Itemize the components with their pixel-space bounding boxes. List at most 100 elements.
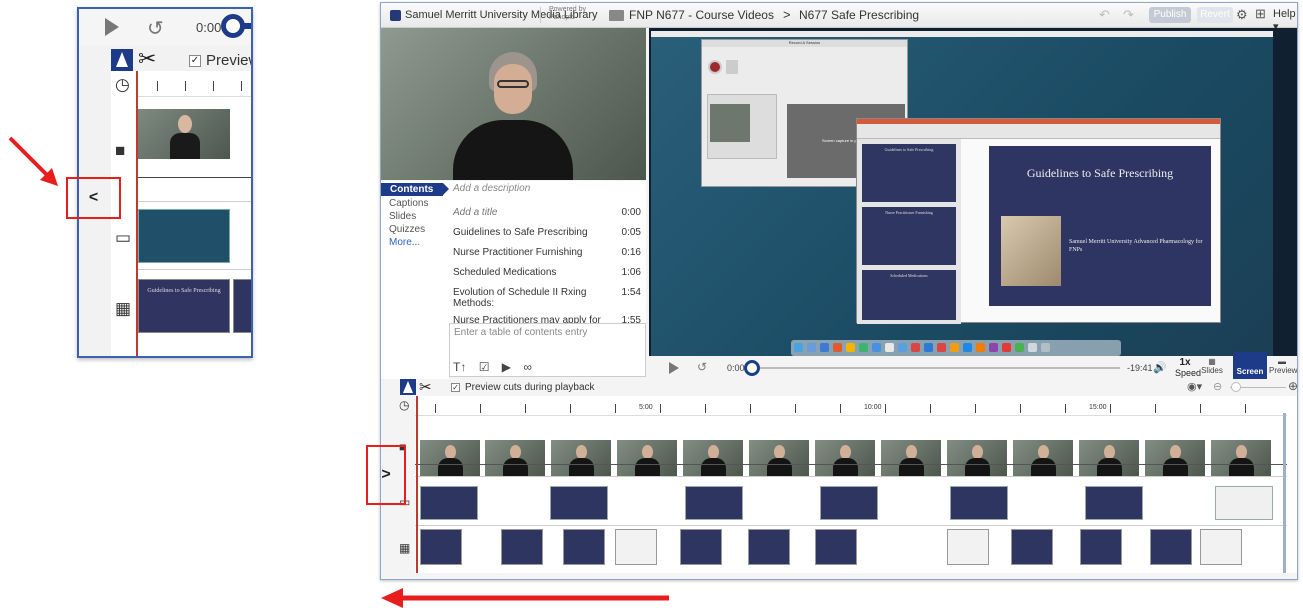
zoom-out-icon[interactable]: ⊖ <box>1213 380 1222 393</box>
scrub-knob[interactable] <box>744 360 760 376</box>
inset-ruler <box>137 71 251 97</box>
tab-captions[interactable]: Captions <box>389 198 428 209</box>
camera-icon[interactable]: ◉▾ <box>1187 380 1202 393</box>
gear-icon[interactable]: ⚙ <box>1236 7 1248 23</box>
scrub-bar[interactable] <box>760 367 1120 369</box>
preview-cuts-checkbox[interactable]: ✓ <box>451 383 460 392</box>
editor-window: Samuel Merritt University Media Library … <box>380 2 1298 580</box>
inset-video-thumbnail <box>138 109 230 159</box>
annotation-arrow-left <box>381 588 669 608</box>
inset-time: 0:00 <box>196 20 222 35</box>
slides-view-button[interactable]: ▦ Slides <box>1201 357 1223 375</box>
breadcrumb-folder[interactable]: FNP N677 - Course Videos <box>629 8 774 22</box>
contents-nav: Contents Captions Slides Quizzes More... <box>381 181 449 381</box>
video-track[interactable] <box>415 416 1287 477</box>
audio-waveform <box>415 464 1287 465</box>
text-format-icon[interactable]: T↑ <box>453 360 466 374</box>
timeline-ruler: 5:00 10:00 15:00 <box>415 396 1287 416</box>
annotation-box-collapse: < <box>66 177 121 219</box>
timeline-scrollbar[interactable] <box>1283 413 1286 573</box>
rewind-10-icon[interactable]: ↺ <box>697 360 707 374</box>
inset-slide-thumbnail: Guidelines to Safe Prescribing <box>138 279 230 333</box>
inset-preview-label: Preview <box>206 52 251 69</box>
menu-bar <box>651 31 1273 37</box>
play-icon[interactable] <box>105 18 119 36</box>
powered-by: Powered by Panopto <box>549 6 586 21</box>
timeline-playhead[interactable] <box>416 396 418 573</box>
rewind-10-icon[interactable]: ↺ <box>147 16 164 41</box>
select-tool-icon[interactable] <box>400 379 416 395</box>
record-icon <box>708 60 722 74</box>
folder-icon <box>609 10 624 21</box>
clock-icon: ◷ <box>115 75 130 94</box>
annotation-arrow-diagonal <box>8 136 58 186</box>
description-field[interactable]: Add a description <box>453 183 530 194</box>
publish-button[interactable]: Publish <box>1149 7 1191 23</box>
inset-audio-waveform <box>138 177 251 193</box>
university-logo-icon <box>390 10 401 21</box>
inset-playback-row: ↺ 0:00 <box>79 9 251 45</box>
redo-icon[interactable]: ↷ <box>1123 7 1134 23</box>
inset-preview-checkbox[interactable]: ✓ <box>189 55 201 67</box>
slides-icon: ▦ <box>115 299 132 318</box>
preview-view-button[interactable]: ▬ Preview <box>1269 357 1297 375</box>
scissors-icon[interactable]: ✂ <box>138 46 156 72</box>
ppt-slide-panel: Guidelines to Safe Prescribing Nurse Pra… <box>857 139 961 324</box>
clock-icon: ◷ <box>399 398 410 412</box>
speed-button[interactable]: 1x Speed <box>1175 357 1201 379</box>
preview-cuts-label: Preview cuts during playback <box>465 382 595 393</box>
inset-slide-thumbnail-2 <box>233 279 251 333</box>
slides-icon: ▦ <box>399 541 411 555</box>
undo-icon[interactable]: ↶ <box>1099 7 1110 23</box>
annotation-box-expand: > <box>366 445 406 505</box>
revert-button[interactable]: Revert <box>1197 7 1233 23</box>
breadcrumb-separator: > <box>783 7 791 22</box>
toc-toolbar: T↑ ☑ ▶ ∞ <box>453 360 541 374</box>
screen-recording: Record A Session Screen capture in progr… <box>649 28 1297 356</box>
ppt-ribbon <box>857 119 1220 139</box>
screen-icon: ▭ <box>115 228 132 247</box>
inset-screen-thumbnail <box>138 209 230 263</box>
volume-icon[interactable]: 🔊 <box>1153 361 1167 374</box>
session-title: N677 Safe Prescribing <box>799 8 920 22</box>
header-divider <box>540 7 541 23</box>
expand-panel-button[interactable]: > <box>368 466 404 484</box>
powerpoint-window: Guidelines to Safe Prescribing Nurse Pra… <box>856 118 1221 324</box>
timeline[interactable]: 5:00 10:00 15:00 <box>415 396 1297 573</box>
inset-scrub-knob[interactable] <box>221 14 245 38</box>
pause-icon <box>726 60 738 74</box>
timeline-toolbar: ✂ ✓ Preview cuts during playback ◉▾ ⊖ ⊕ <box>381 379 1297 396</box>
screen-track[interactable] <box>415 477 1287 526</box>
link-icon[interactable]: ∞ <box>523 360 532 374</box>
table-of-contents: Add a description Add a title 0:00 Guidel… <box>449 181 646 327</box>
webcam-video <box>381 28 646 180</box>
tab-slides[interactable]: Slides <box>389 211 416 222</box>
ppt-main-slide: Guidelines to Safe Prescribing Samuel Me… <box>989 146 1211 306</box>
quiz-icon[interactable]: ☑ <box>479 360 490 374</box>
primary-source-preview <box>710 104 750 142</box>
remaining-time: -19:41 <box>1127 363 1153 373</box>
slide-image <box>1001 216 1061 286</box>
ruler-label: 15:00 <box>1089 404 1107 411</box>
zoom-in-icon[interactable]: ⊕ <box>1288 379 1297 393</box>
scissors-icon[interactable]: ✂ <box>419 378 432 396</box>
zoom-slider-knob[interactable] <box>1231 382 1241 392</box>
inset-playhead[interactable] <box>136 71 138 356</box>
tab-quizzes[interactable]: Quizzes <box>389 224 425 235</box>
tab-more[interactable]: More... <box>389 237 420 248</box>
ruler-label: 5:00 <box>639 404 653 411</box>
expand-icon[interactable]: ⊞ <box>1255 6 1266 22</box>
collapse-panel-button[interactable]: < <box>68 189 119 207</box>
desktop-background: Record A Session Screen capture in progr… <box>651 31 1273 356</box>
editor-header: Samuel Merritt University Media Library … <box>381 3 1297 33</box>
ruler-label: 10:00 <box>864 404 882 411</box>
video-camera-icon: ■ <box>115 141 126 160</box>
mac-dock <box>791 340 1121 356</box>
youtube-icon[interactable]: ▶ <box>502 360 511 374</box>
current-time: 0:00 <box>727 363 745 373</box>
play-button[interactable] <box>669 362 679 374</box>
screen-view-button[interactable]: Screen <box>1233 352 1267 380</box>
select-tool-icon[interactable] <box>111 49 133 71</box>
tab-contents[interactable]: Contents <box>381 183 449 196</box>
slides-track[interactable] <box>415 526 1287 573</box>
